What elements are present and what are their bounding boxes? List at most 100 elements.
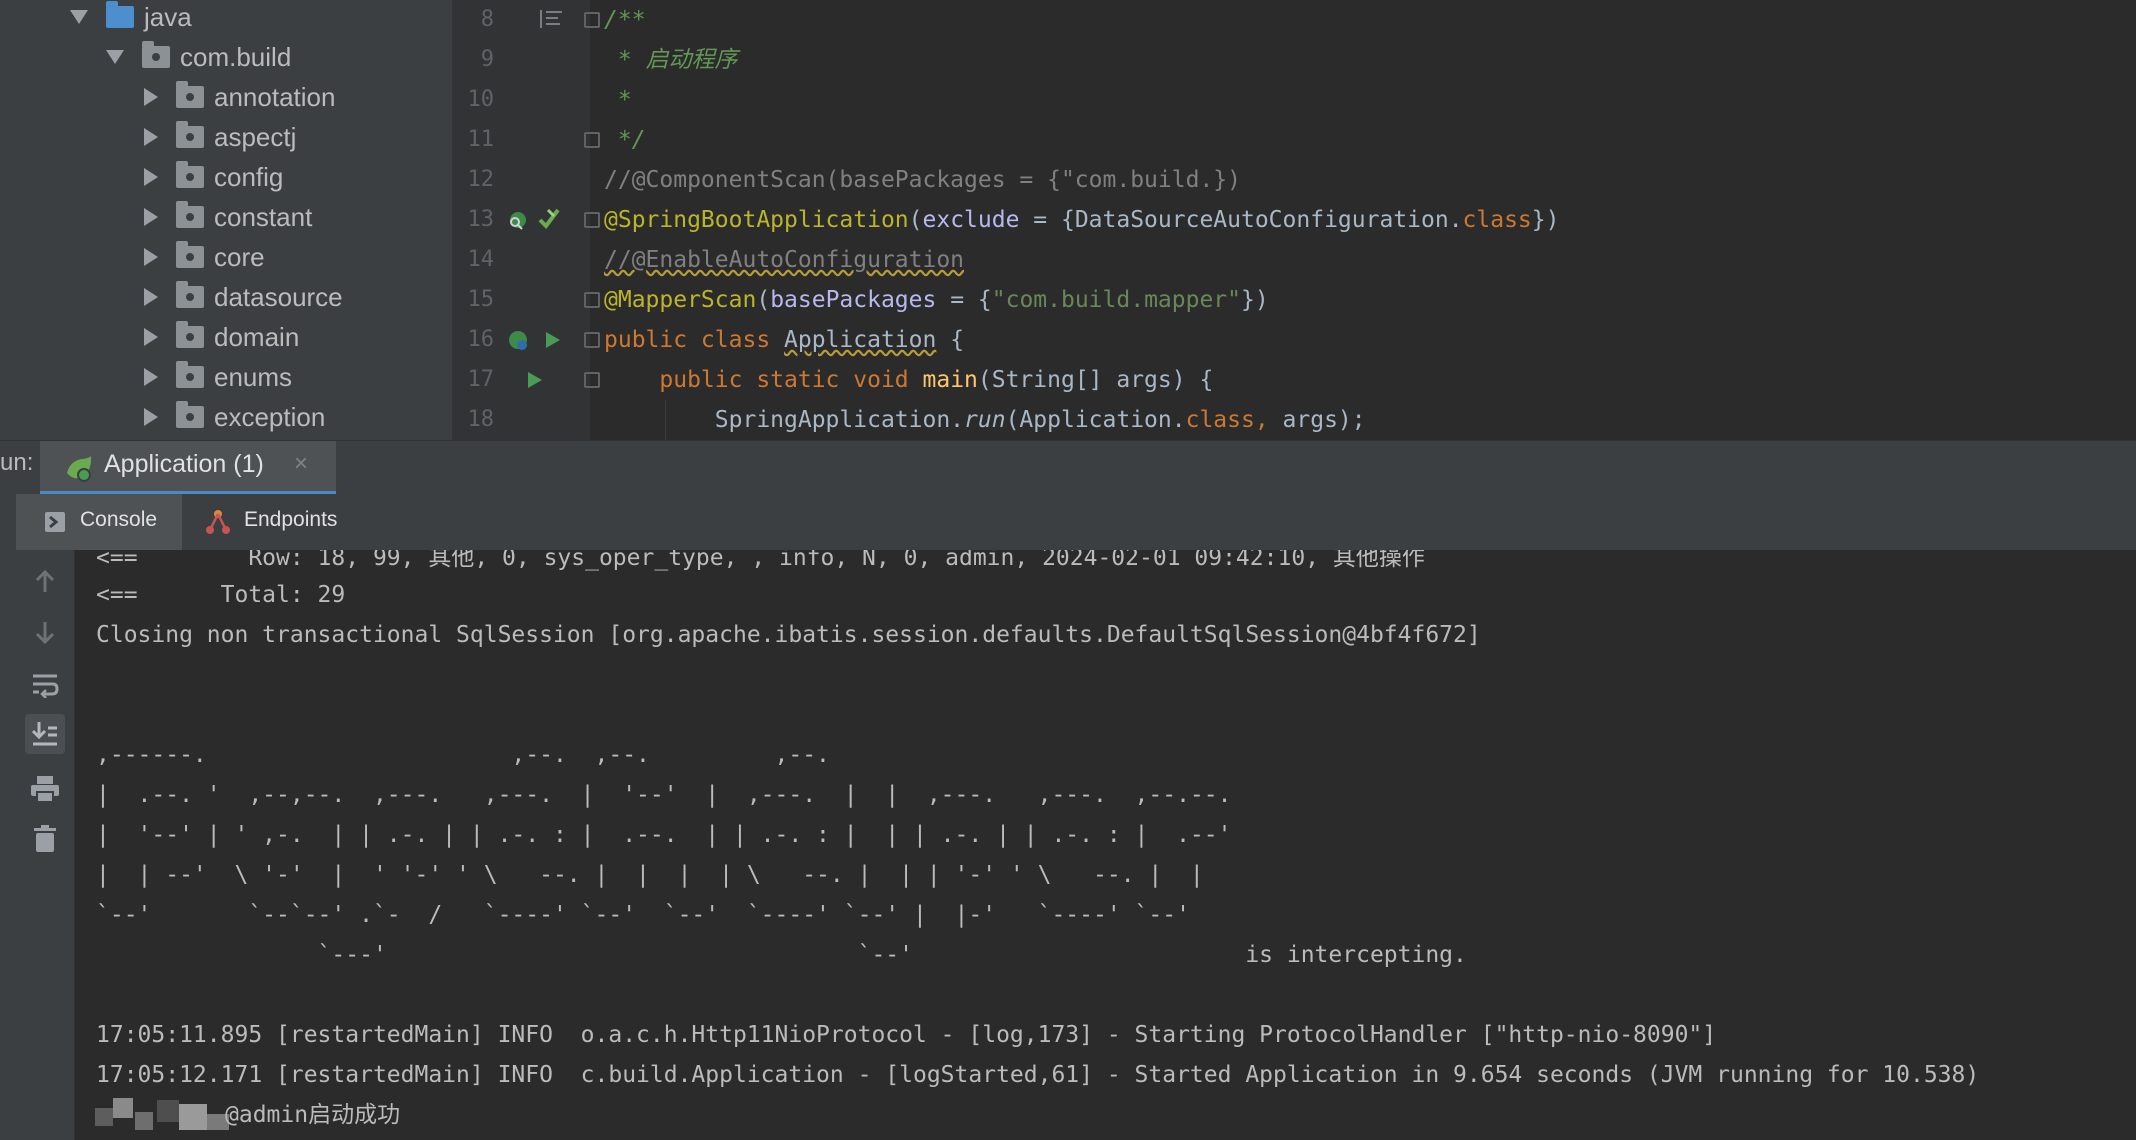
package-icon — [176, 281, 204, 308]
fold-marker[interactable] — [584, 332, 600, 348]
tree-item-core[interactable]: core — [140, 237, 265, 277]
code-token: (String[] args) { — [977, 367, 1214, 393]
soft-wrap-icon[interactable] — [30, 670, 60, 700]
align-left-icon[interactable] — [538, 8, 564, 30]
keyword-token: class, — [1185, 407, 1283, 433]
tab-console[interactable]: Console — [16, 494, 182, 550]
line-number: 15 — [467, 287, 495, 312]
console-line: <== Row: 18, 99, 其他, 0, sys_oper_type, ,… — [96, 550, 1425, 571]
code-token: SpringApplication. — [714, 407, 965, 433]
line-number: 9 — [480, 47, 494, 72]
tab-application[interactable]: Application (1) × — [40, 441, 336, 494]
tree-item-domain[interactable]: domain — [140, 317, 299, 357]
spring-bean-icon[interactable] — [506, 208, 530, 232]
run-icon[interactable] — [544, 330, 562, 350]
chevron-right-icon[interactable] — [144, 408, 158, 426]
chevron-right-icon[interactable] — [144, 88, 158, 106]
spring-boot-icon[interactable] — [536, 206, 562, 232]
chevron-right-icon[interactable] — [144, 168, 158, 186]
line-number: 11 — [467, 127, 495, 152]
code-line-11: */ — [604, 127, 646, 153]
spring-bean-icon[interactable] — [506, 328, 532, 354]
fold-marker[interactable] — [584, 372, 600, 388]
fold-marker[interactable] — [584, 132, 600, 148]
code-line-10: * — [604, 87, 632, 113]
line-number: 10 — [467, 87, 495, 112]
fold-marker[interactable] — [584, 12, 600, 28]
code-line-14: //@EnableAutoConfiguration — [604, 240, 964, 280]
chevron-right-icon[interactable] — [144, 368, 158, 386]
code-token: ( — [756, 287, 771, 313]
fold-marker[interactable] — [584, 212, 600, 228]
line-number: 12 — [467, 167, 495, 192]
code-line-9: * 启动程序 — [604, 47, 738, 73]
chevron-right-icon[interactable] — [144, 208, 158, 226]
console-icon — [45, 512, 65, 532]
project-tree: java com.build annotation aspectj config… — [0, 0, 452, 440]
package-icon — [176, 321, 204, 348]
package-icon — [176, 121, 204, 148]
keyword-token: public static void — [659, 367, 923, 393]
line-number: 17 — [467, 367, 495, 392]
annotation-token: @MapperScan — [604, 287, 757, 313]
close-icon[interactable]: × — [294, 450, 308, 478]
tab-label: Console — [80, 508, 158, 531]
code-token: (Application. — [1005, 407, 1186, 433]
ascii-banner-line: `--' `--`--' .`- / `----' `--' `--' `---… — [96, 902, 1190, 928]
console-line: 17:05:11.895 [restartedMain] INFO o.a.c.… — [96, 1022, 1717, 1048]
param-token: basePackages — [770, 287, 937, 313]
tree-item-config[interactable]: config — [140, 157, 283, 197]
tab-label: Endpoints — [244, 508, 338, 531]
console-output[interactable]: <== Row: 18, 99, 其他, 0, sys_oper_type, ,… — [75, 550, 2136, 1140]
chevron-right-icon[interactable] — [144, 128, 158, 146]
chevron-down-icon[interactable] — [106, 50, 124, 64]
tab-endpoints[interactable]: Endpoints — [204, 494, 374, 550]
code-token: = {DataSourceAutoConfiguration. — [1019, 207, 1463, 233]
ascii-banner-line: ,------. ,--. ,--. ,--. — [96, 742, 830, 768]
print-icon[interactable] — [30, 774, 60, 804]
code-token: }) — [1531, 207, 1560, 233]
console-line: 17:05:12.171 [restartedMain] INFO c.buil… — [96, 1062, 1980, 1088]
tree-item-annotation[interactable]: annotation — [140, 77, 335, 117]
endpoints-icon — [206, 510, 230, 534]
arrow-down-icon[interactable] — [30, 618, 60, 648]
code-line-16: public class Application { — [604, 320, 964, 360]
package-icon — [176, 81, 204, 108]
chevron-right-icon[interactable] — [144, 288, 158, 306]
code-line-8: /** — [604, 7, 646, 33]
code-token: }) — [1241, 287, 1269, 313]
side-strip — [0, 550, 16, 1140]
ascii-banner-line: | .--. ' ,--,--. ,---. ,---. | '--' | ,-… — [96, 782, 1232, 808]
trash-icon[interactable] — [30, 824, 60, 854]
tree-item-aspectj[interactable]: aspectj — [140, 117, 296, 157]
line-number: 8 — [480, 7, 494, 32]
warning-token: //@EnableAutoConfiguration — [604, 247, 965, 273]
tree-item-constant[interactable]: constant — [140, 197, 312, 237]
chevron-down-icon[interactable] — [70, 10, 88, 24]
code-token: ( — [908, 207, 923, 233]
source-folder-icon — [106, 1, 134, 28]
tree-item-enums[interactable]: enums — [140, 357, 292, 397]
ascii-banner-line: | | --' \ '-' | ' '-' ' \ --. | | | | \ … — [96, 862, 1204, 888]
ascii-banner-line: `---' `--' is intercepting. — [96, 942, 1467, 968]
fold-marker[interactable] — [584, 292, 600, 308]
code-line-18: SpringApplication.run(Application.class,… — [604, 400, 1366, 440]
tree-item-datasource[interactable]: datasource — [140, 277, 343, 317]
tree-item-exception[interactable]: exception — [140, 397, 325, 437]
scroll-to-end-icon[interactable] — [25, 714, 65, 754]
console-tabs: Console Endpoints — [0, 494, 2136, 551]
console-line: Closing non transactional SqlSession [or… — [96, 622, 1481, 648]
method-token: main — [922, 367, 978, 393]
chevron-right-icon[interactable] — [144, 328, 158, 346]
arrow-up-icon[interactable] — [30, 566, 60, 596]
run-label: un: — [0, 449, 34, 476]
package-icon — [176, 241, 204, 268]
line-number: 14 — [467, 247, 495, 272]
run-icon[interactable] — [526, 370, 544, 390]
tree-item-com-build[interactable]: com.build — [106, 37, 291, 77]
code-token: args); — [1282, 407, 1366, 433]
chevron-right-icon[interactable] — [144, 248, 158, 266]
keyword-token: class — [1462, 207, 1532, 233]
tree-item-java[interactable]: java — [70, 0, 192, 37]
